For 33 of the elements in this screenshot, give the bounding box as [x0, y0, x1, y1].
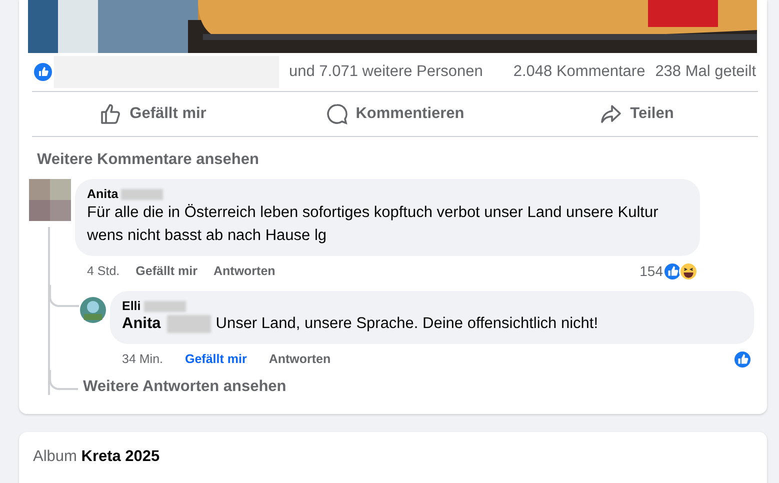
avatar — [80, 297, 106, 323]
action-button[interactable]: Kommentieren — [274, 92, 516, 136]
comment-author[interactable]: Anita — [87, 187, 118, 201]
thumbs-up-icon — [100, 103, 122, 125]
avatar — [29, 179, 71, 221]
reaction-count[interactable]: 154 — [640, 263, 663, 279]
more-replies-link[interactable]: Weitere Antworten ansehen — [83, 378, 286, 398]
censored-name — [144, 300, 186, 312]
comment-time[interactable]: 4 Std. — [87, 264, 120, 278]
comment-text: Für alle die in Österreich leben sofortiges kopftuch verbot unser Land unsere Kultur wens nicht basst ab nach Hause lg — [87, 203, 660, 246]
reply-author[interactable]: Elli — [122, 299, 141, 313]
action-button[interactable]: Gefällt mir — [32, 92, 274, 136]
speech-bubble-icon — [326, 103, 348, 125]
reply-link[interactable]: Antworten — [214, 264, 276, 278]
comments-count[interactable]: 2.048 Kommentare — [513, 63, 646, 81]
like-icon — [663, 262, 682, 280]
more-comments-link[interactable]: Weitere Kommentare ansehen — [37, 151, 259, 169]
reactions-summary[interactable]: und 7.071 weitere Personen — [289, 63, 483, 81]
reply-link[interactable]: Antworten — [268, 352, 331, 366]
censored-name — [121, 188, 164, 200]
share-arrow-icon — [600, 103, 622, 125]
reply-time[interactable]: 34 Min. — [122, 352, 163, 366]
shares-count[interactable]: 238 Mal geteilt — [655, 63, 756, 81]
laughing-emoji-icon — [679, 262, 698, 280]
censored-name — [166, 315, 211, 333]
like-icon[interactable] — [34, 63, 52, 81]
like-link[interactable]: Gefällt mir — [185, 352, 247, 366]
like-link[interactable]: Gefällt mir — [136, 264, 198, 278]
reply-text: Unser Land, unsere Sprache. Deine offensichtlich nicht! — [216, 314, 598, 334]
like-icon — [732, 350, 752, 368]
action-button[interactable]: Teilen — [516, 92, 758, 136]
mention-link[interactable]: Anita — [122, 313, 161, 335]
album-title[interactable]: Album Kreta 2025 — [33, 448, 160, 465]
